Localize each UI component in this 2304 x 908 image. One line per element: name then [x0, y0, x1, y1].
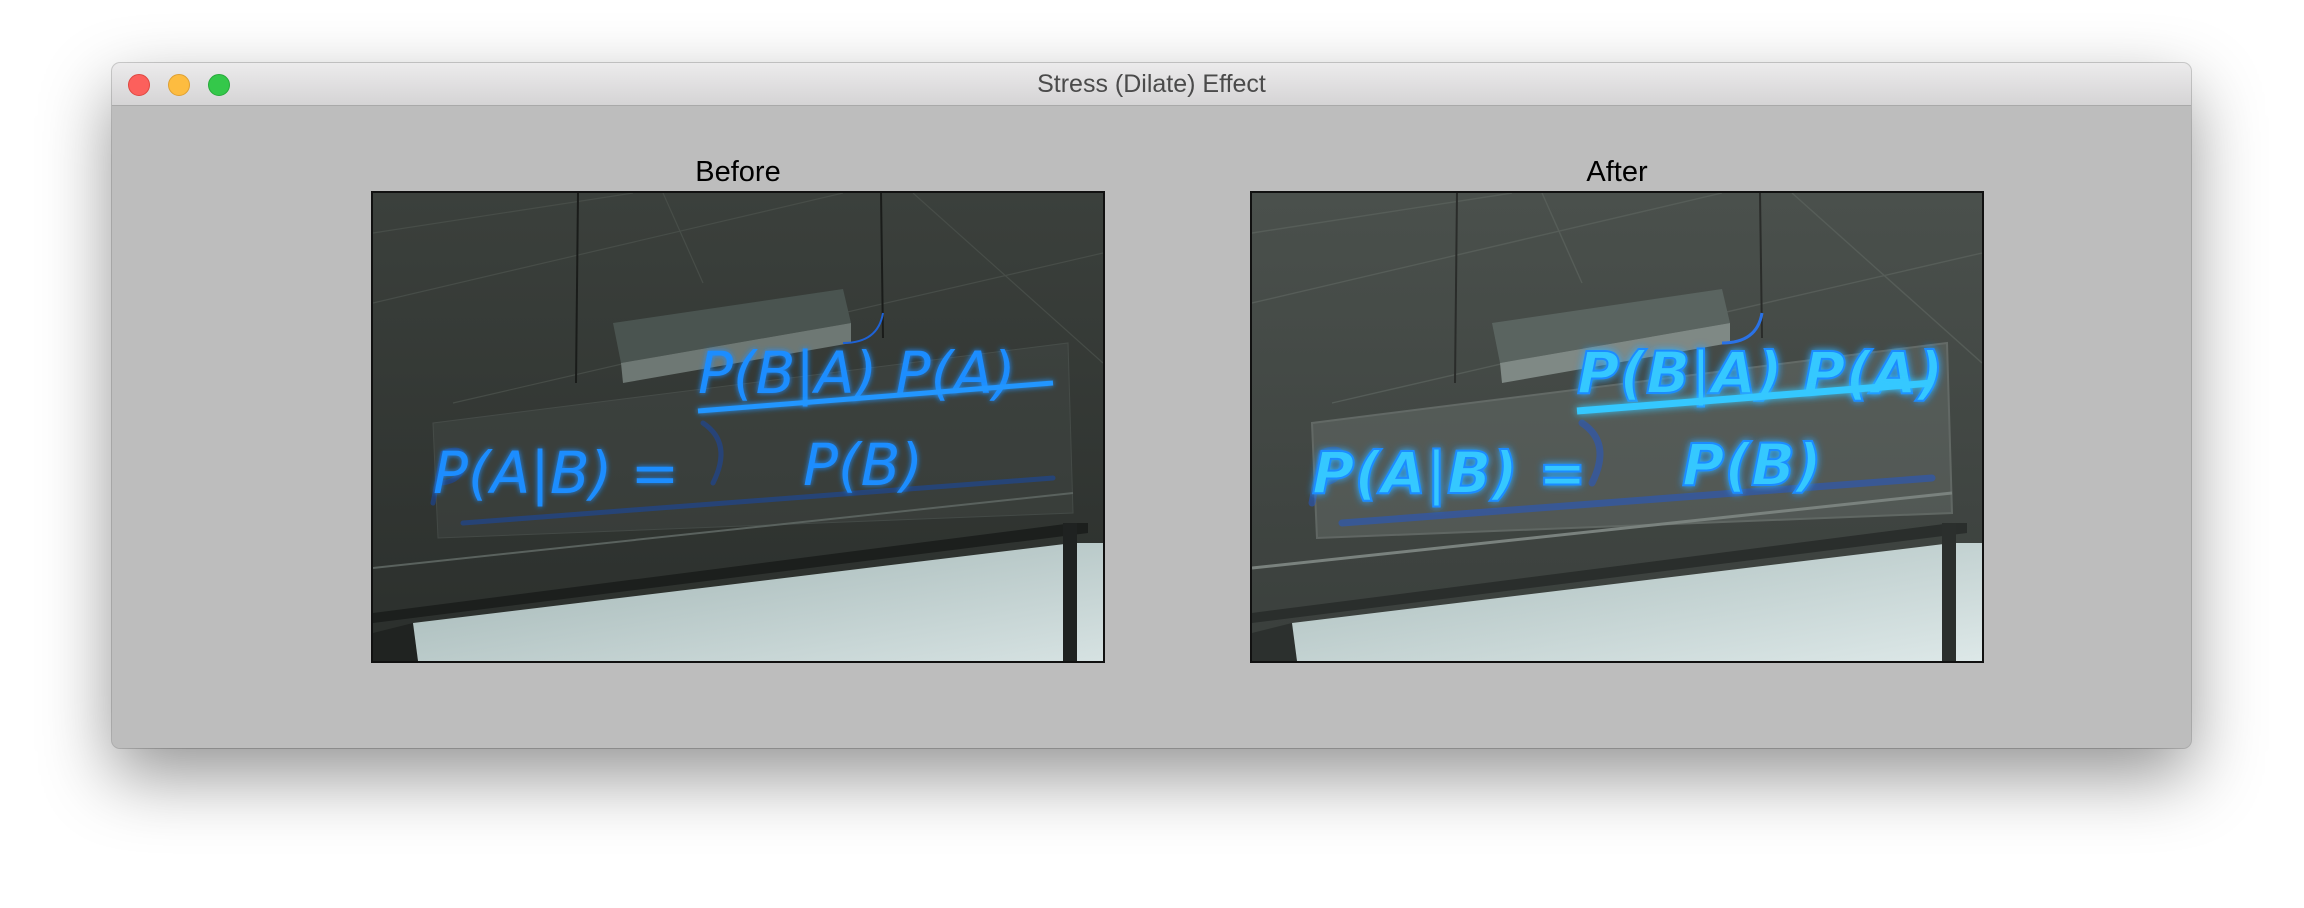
title-bar[interactable]: Stress (Dilate) Effect [112, 63, 2191, 106]
after-image: P(A|B) = P(B|A) P(A) P(B) [1250, 191, 1984, 663]
neon-lhs-text: P(A|B) = [433, 439, 679, 507]
before-label: Before [695, 156, 781, 188]
neon-sign-dilated-photo-icon: P(A|B) = P(B|A) P(A) P(B) [1252, 193, 1982, 661]
window-title: Stress (Dilate) Effect [1037, 70, 1266, 98]
neon-denominator-text-dilated: P(B) [1682, 431, 1822, 499]
before-image: P(A|B) = P(B|A) P(A) P(B) [371, 191, 1105, 663]
neon-denominator-text: P(B) [803, 431, 923, 499]
neon-lhs-text-dilated: P(A|B) = [1312, 439, 1587, 507]
after-label: After [1586, 156, 1648, 188]
neon-sign-photo-icon: P(A|B) = P(B|A) P(A) P(B) [373, 193, 1103, 661]
